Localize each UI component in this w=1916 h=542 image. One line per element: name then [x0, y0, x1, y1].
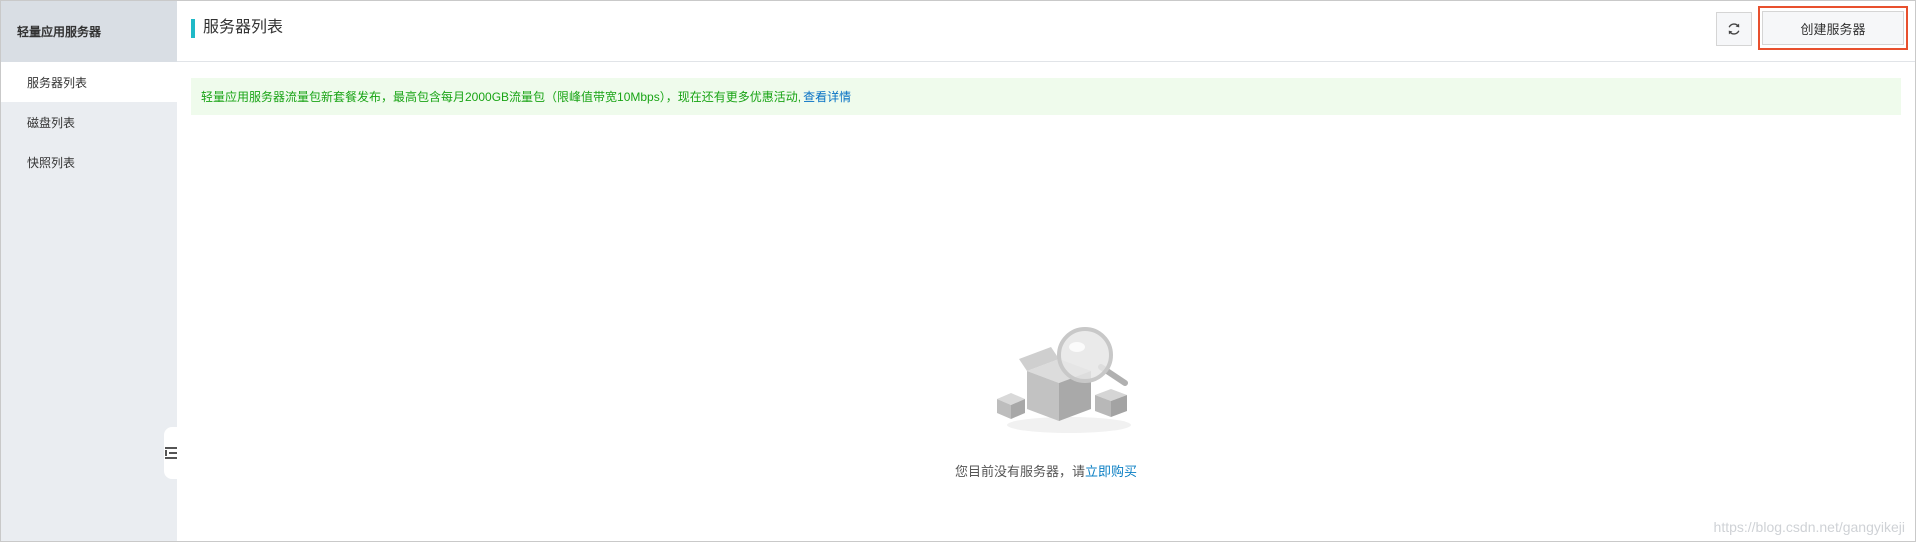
sidebar-item-server-list[interactable]: 服务器列表 — [1, 62, 177, 102]
title-accent-bar — [191, 19, 195, 38]
buy-now-link[interactable]: 立即购买 — [1085, 464, 1137, 479]
page-header: 服务器列表 创建服务器 — [177, 1, 1915, 62]
sidebar-collapse-button[interactable] — [164, 427, 178, 479]
create-server-button[interactable]: 创建服务器 — [1762, 11, 1904, 45]
sidebar-header: 轻量应用服务器 — [1, 1, 177, 62]
refresh-icon — [1728, 23, 1740, 35]
collapse-list-icon — [165, 447, 177, 459]
watermark: https://blog.csdn.net/gangyikeji — [1713, 519, 1905, 535]
empty-box-magnifier-illustration — [997, 327, 1131, 433]
notice-text: 轻量应用服务器流量包新套餐发布，最高包含每月2000GB流量包（限峰值带宽10M… — [201, 90, 802, 104]
notice-details-link[interactable]: 查看详情 — [803, 88, 851, 105]
refresh-button[interactable] — [1716, 12, 1752, 46]
promo-notice: 轻量应用服务器流量包新套餐发布，最高包含每月2000GB流量包（限峰值带宽10M… — [191, 78, 1901, 115]
empty-state-message: 您目前没有服务器，请立即购买 — [177, 461, 1915, 480]
main-content: 服务器列表 创建服务器 轻量应用服务器流量包新套餐发布，最高包含每月2000GB… — [177, 1, 1915, 541]
sidebar: 轻量应用服务器 服务器列表 磁盘列表 快照列表 — [1, 1, 178, 541]
empty-state-text: 您目前没有服务器，请 — [954, 464, 1085, 479]
sidebar-item-disk-list[interactable]: 磁盘列表 — [1, 102, 177, 142]
sidebar-item-snapshot-list[interactable]: 快照列表 — [1, 142, 177, 182]
page-title: 服务器列表 — [203, 19, 284, 36]
